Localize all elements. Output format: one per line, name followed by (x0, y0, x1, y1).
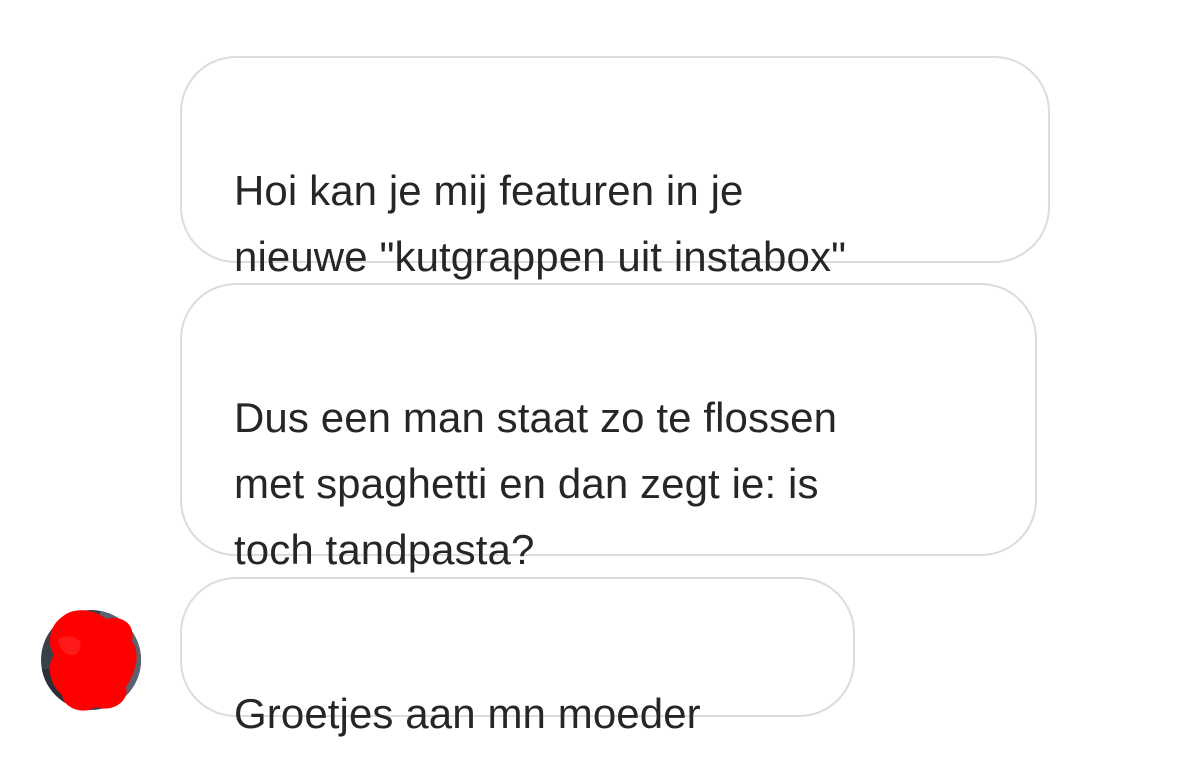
message-text: Groetjes aan mn moeder (234, 690, 701, 737)
message-bubble[interactable]: Dus een man staat zo te flossen met spag… (180, 283, 1037, 573)
message-bubble[interactable]: Hoi kan je mij featuren in je nieuwe "ku… (180, 56, 1050, 280)
message-thread: Hoi kan je mij featuren in je nieuwe "ku… (0, 0, 1200, 774)
avatar[interactable] (40, 609, 142, 711)
avatar-redacted-icon (41, 610, 141, 711)
message-text: Dus een man staat zo te flossen met spag… (234, 394, 838, 573)
message-text: Hoi kan je mij featuren in je nieuwe "ku… (234, 167, 847, 280)
message-bubble[interactable]: Groetjes aan mn moeder (180, 577, 855, 737)
